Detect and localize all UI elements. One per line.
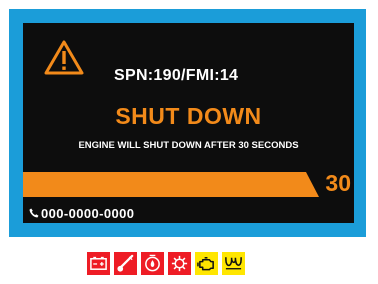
glow-plug-icon	[225, 257, 242, 270]
fuel-filter-lamp	[168, 252, 191, 275]
warning-icon	[44, 40, 84, 75]
fuel-filter-icon	[171, 255, 188, 272]
fault-code: SPN:190/FMI:14	[114, 67, 239, 84]
battery-icon	[90, 256, 107, 270]
battery-lamp	[87, 252, 110, 275]
check-engine-icon	[197, 257, 214, 271]
coolant-temperature-lamp	[114, 252, 137, 275]
glow-plug-lamp	[222, 252, 245, 275]
alarm-message: ENGINE WILL SHUT DOWN AFTER 30 SECONDS	[78, 140, 299, 151]
countdown-seconds: 30	[325, 170, 351, 196]
coolant-temperature-icon	[117, 254, 134, 272]
check-engine-lamp	[195, 252, 218, 275]
service-phone: 000-0000-0000	[41, 206, 135, 221]
oil-pressure-icon	[145, 254, 160, 272]
warning-lamp-row	[87, 252, 245, 275]
alarm-headline: SHUT DOWN	[115, 103, 262, 129]
countdown-bar	[23, 172, 319, 197]
oil-pressure-lamp	[141, 252, 164, 275]
alarm-screen: SPN:190/FMI:14 SHUT DOWN ENGINE WILL SHU…	[23, 23, 354, 223]
phone-icon	[29, 208, 39, 218]
